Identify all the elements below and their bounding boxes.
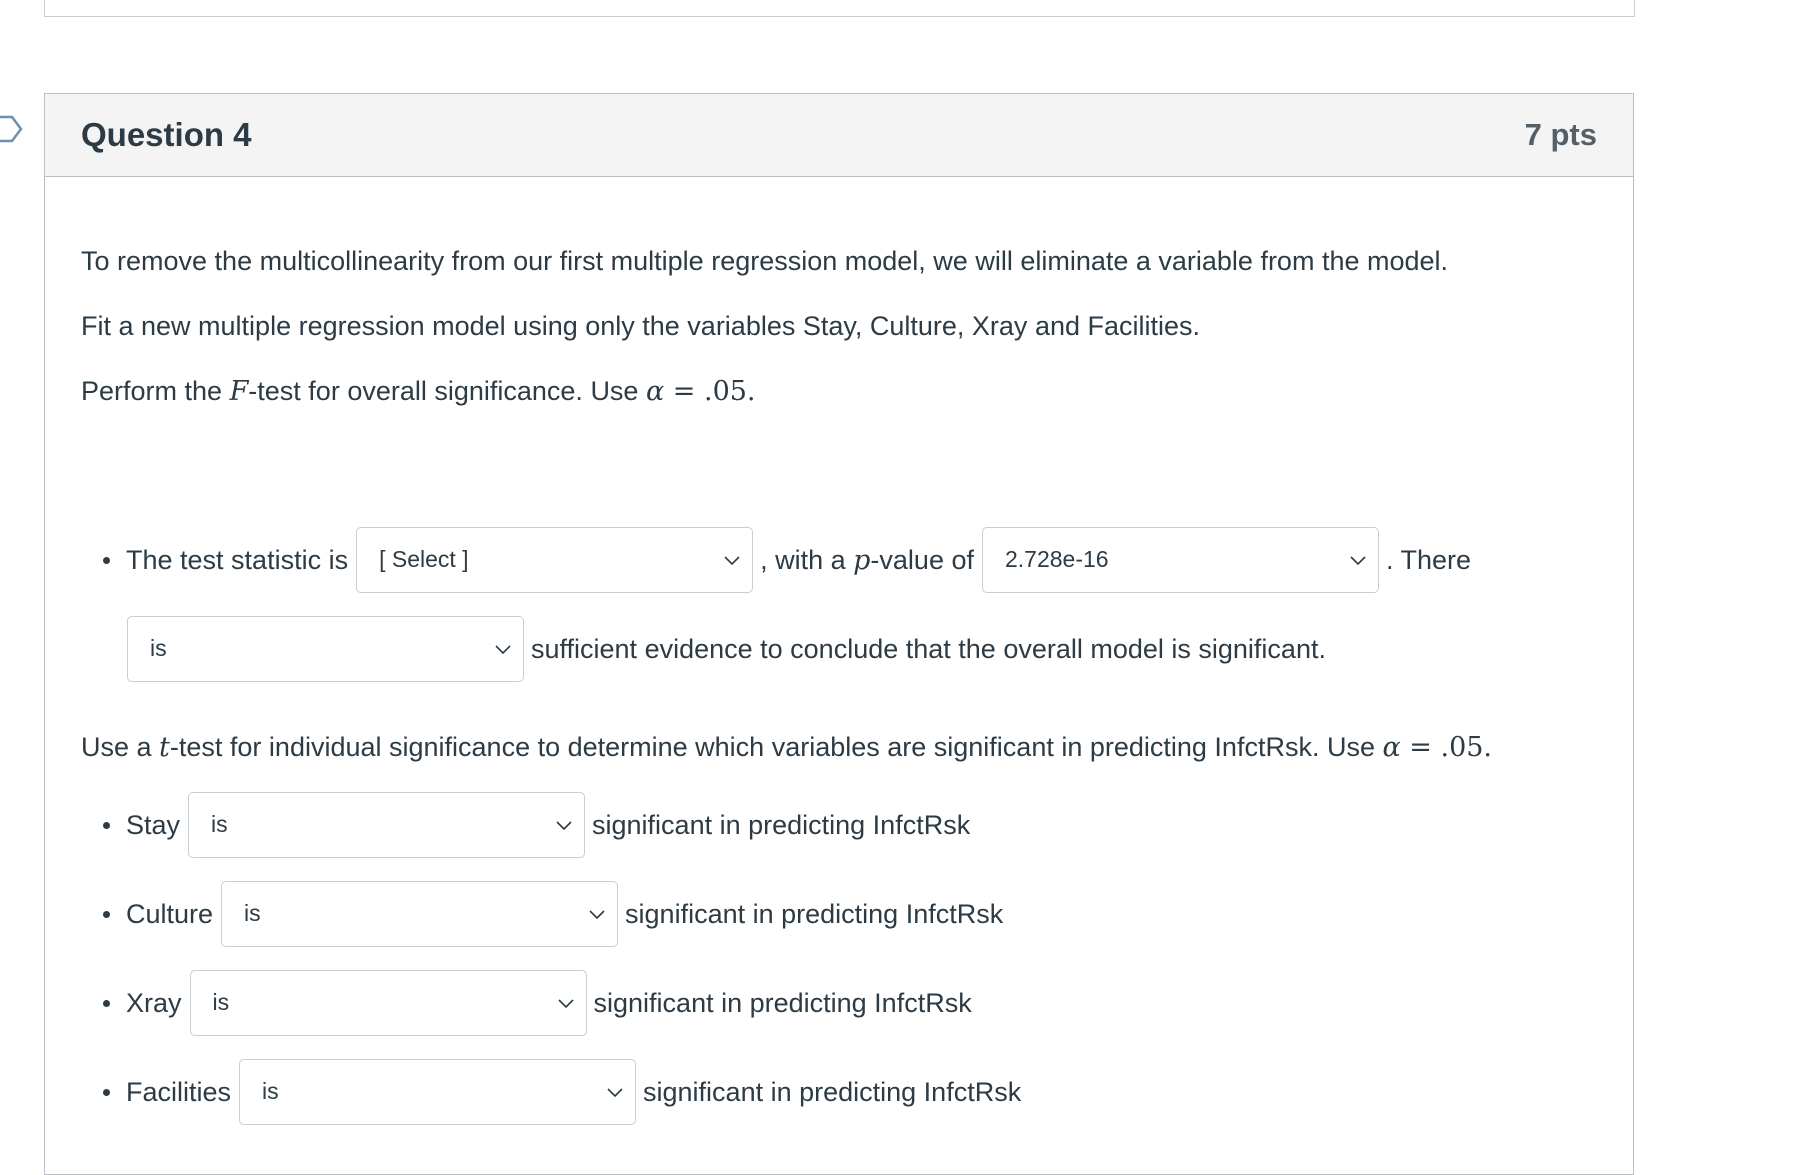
chevron-down-icon xyxy=(1350,556,1366,566)
text: -test for overall significance. Use xyxy=(248,376,646,406)
suffix-text: significant in predicting InfctRsk xyxy=(592,809,971,840)
question-header: Question 4 7 pts xyxy=(45,94,1633,177)
stat-label: The test statistic is xyxy=(126,544,349,575)
evidence-select[interactable]: is xyxy=(127,616,524,682)
bullet xyxy=(103,1088,110,1096)
math-alpha: α xyxy=(645,376,665,407)
text: , with a xyxy=(760,544,854,575)
test-statistic-select[interactable]: [ Select ] xyxy=(356,527,754,593)
variable-label: Culture xyxy=(126,898,214,929)
ftest-row: The test statistic is [ Select ] , with … xyxy=(81,527,1471,593)
math-t: t xyxy=(159,732,170,763)
text: -test for individual significance to det… xyxy=(169,732,1383,762)
chevron-down-icon xyxy=(557,999,574,1009)
pvalue-label: , with a p-value of xyxy=(760,545,974,576)
select-value: is xyxy=(212,989,230,1015)
chevron-down-icon xyxy=(556,821,572,831)
select-value: is xyxy=(262,1078,279,1104)
question-card: Question 4 7 pts To remove the multicoll… xyxy=(44,93,1634,1175)
ttest-row-xray: Xray is significant in predicting InfctR… xyxy=(81,970,972,1036)
variable-label: Xray xyxy=(126,987,182,1018)
evidence-text: sufficient evidence to conclude that the… xyxy=(531,633,1326,664)
chevron-down-icon xyxy=(495,645,511,655)
ttest-row-culture: Culture is significant in predicting Inf… xyxy=(81,881,1003,947)
suffix-text: significant in predicting InfctRsk xyxy=(593,987,972,1018)
variable-label: Stay xyxy=(126,809,181,840)
flag-question-icon[interactable] xyxy=(0,114,24,144)
chevron-down-icon xyxy=(724,556,740,566)
math-p: p xyxy=(853,544,871,576)
math-eq: = .05. xyxy=(1400,732,1493,763)
select-value: is xyxy=(150,635,167,661)
paragraph-fit: Fit a new multiple regression model usin… xyxy=(81,311,1201,341)
culture-significance-select[interactable]: is xyxy=(221,881,619,947)
chevron-down-icon xyxy=(589,910,605,920)
select-value: [ Select ] xyxy=(379,546,469,572)
previous-question-box xyxy=(44,0,1635,17)
paragraph-ttest: Use a t-test for individual significance… xyxy=(81,730,1492,765)
text: Use a xyxy=(81,732,160,762)
there-text: . There xyxy=(1385,544,1472,575)
xray-significance-select[interactable]: is xyxy=(189,970,587,1036)
stay-significance-select[interactable]: is xyxy=(188,792,586,858)
pvalue-select[interactable]: 2.728e-16 xyxy=(981,527,1379,593)
question-points: 7 pts xyxy=(1524,117,1597,152)
ftest-evidence-row: is sufficient evidence to conclude that … xyxy=(127,616,1326,682)
ttest-row-facilities: Facilities is significant in predicting … xyxy=(81,1059,1021,1125)
select-value: is xyxy=(211,811,228,837)
math-alpha: α xyxy=(1382,732,1401,763)
bullet xyxy=(103,821,110,829)
text: Perform the xyxy=(81,376,230,406)
bullet xyxy=(103,556,110,564)
ttest-row-stay: Stay is significant in predicting InfctR… xyxy=(81,792,970,858)
paragraph-ftest: Perform the F-test for overall significa… xyxy=(81,374,756,409)
suffix-text: significant in predicting InfctRsk xyxy=(625,898,1004,929)
text: -value of xyxy=(870,544,974,575)
math-f: F xyxy=(229,376,249,407)
variable-label: Facilities xyxy=(126,1076,232,1107)
bullet xyxy=(103,910,110,918)
suffix-text: significant in predicting InfctRsk xyxy=(643,1076,1022,1107)
chevron-down-icon xyxy=(607,1088,623,1098)
select-value: 2.728e-16 xyxy=(1004,546,1109,572)
facilities-significance-select[interactable]: is xyxy=(239,1059,637,1125)
paragraph-intro: To remove the multicollinearity from our… xyxy=(81,246,1449,276)
bullet xyxy=(103,999,110,1007)
select-value: is xyxy=(244,900,261,926)
math-eq: = .05. xyxy=(664,376,756,407)
question-title: Question 4 xyxy=(81,116,252,153)
